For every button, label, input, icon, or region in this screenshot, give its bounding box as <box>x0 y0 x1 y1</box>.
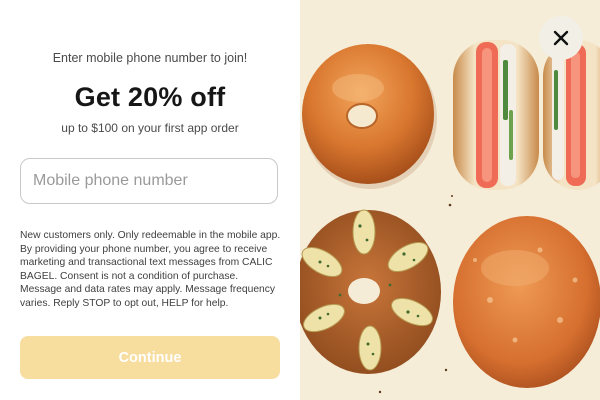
lox-sandwich-left <box>453 40 539 190</box>
bagel-image-panel <box>300 0 600 400</box>
mobile-phone-input[interactable] <box>20 158 278 204</box>
close-icon <box>553 30 569 46</box>
continue-button[interactable]: Continue <box>20 336 280 379</box>
offer-subheadline: up to $100 on your first app order <box>61 121 239 135</box>
bagels-image <box>300 40 600 394</box>
legal-disclaimer: New customers only. Only redeemable in t… <box>20 230 281 309</box>
close-button[interactable] <box>539 16 583 60</box>
eyebrow-text: Enter mobile phone number to join! <box>52 51 248 65</box>
plain-bagel <box>302 44 437 189</box>
garlic-bagel <box>300 209 441 374</box>
cheese-bagel <box>453 216 600 388</box>
signup-form-panel: Enter mobile phone number to join! Get 2… <box>0 0 300 400</box>
signup-modal: Enter mobile phone number to join! Get 2… <box>0 0 600 400</box>
lox-sandwich-right <box>543 40 600 190</box>
offer-headline: Get 20% off <box>74 82 226 112</box>
